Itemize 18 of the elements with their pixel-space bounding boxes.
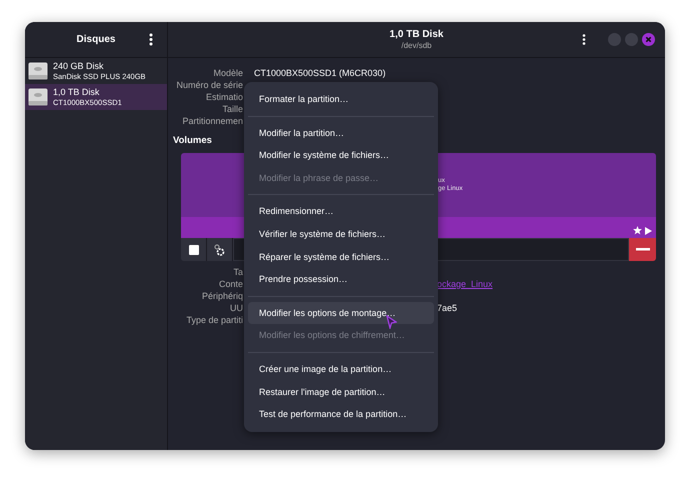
window-title: 1,0 TB Disk <box>390 28 444 40</box>
field-label: Conte <box>218 278 243 290</box>
disk-name: 1,0 TB Disk <box>53 86 100 98</box>
field-value: CT1000BX500SSD1 (M6CR030) <box>254 67 387 79</box>
field-label: Modèle <box>212 67 243 79</box>
field-label: Périphériq <box>200 290 243 302</box>
field-label: Type de partiti <box>185 314 243 326</box>
disk-name: 240 GB Disk <box>53 60 105 72</box>
sidebar-title: Disques <box>76 34 116 45</box>
field-label: Ta <box>232 266 243 278</box>
window-subtitle: /dev/sdb <box>401 40 432 50</box>
field-label: Numéro de série <box>175 79 243 91</box>
field-label: Estimatio <box>204 91 243 103</box>
field-label: Partitionnemen <box>181 115 243 127</box>
field-label: Taille <box>221 103 243 115</box>
field-label: UU <box>229 302 243 314</box>
section-title: Volumes <box>173 135 213 146</box>
field-value: 7ae5 <box>437 303 458 313</box>
